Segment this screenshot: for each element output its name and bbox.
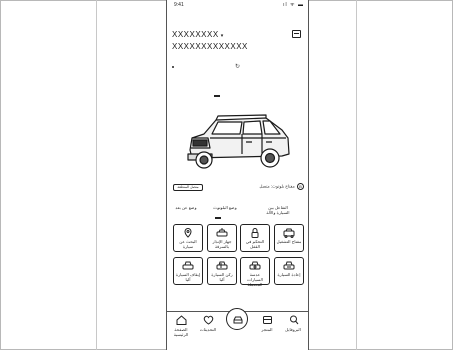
column-divider-left	[96, 0, 97, 350]
tile-label: إيقاف السيارة آليا	[175, 272, 201, 282]
nav-updates[interactable]: التحديثات	[196, 315, 220, 332]
tile-find-car[interactable]: البحث عن سيارة	[173, 224, 203, 252]
vehicle-selector[interactable]: XXXXXXXX ▾	[172, 30, 224, 39]
parking-car-icon	[216, 261, 228, 270]
mode-tabs: التفاعل بين السيارة والآلة وضع البلوتوث …	[167, 205, 308, 221]
tab-interaction[interactable]: التفاعل بين السيارة والآلة	[252, 205, 304, 215]
menu-icon[interactable]	[292, 30, 301, 38]
status-indicators: ıl ᯤ ▬	[283, 2, 304, 8]
bluetooth-key-label: مفتاح بلوتوث: متصل	[259, 183, 295, 189]
refresh-icon[interactable]: ↻	[235, 63, 240, 70]
status-row: متصل المنطقة مفتاح بلوتوث: متصل B	[167, 183, 308, 195]
vehicle-image	[187, 114, 290, 169]
bluetooth-icon: B	[297, 183, 304, 190]
tab-remote[interactable]: وضع عن بعد	[169, 205, 203, 210]
bluetooth-key-status: مفتاح بلوتوث: متصل B	[259, 183, 304, 190]
nav-vehicle-center[interactable]	[226, 308, 248, 330]
nav-label: الصفحة الرئيسية	[173, 327, 189, 337]
tile-theft-alarm[interactable]: جهاز الإنذار بالسرقة	[207, 224, 237, 252]
phone-screen: 9:41 ıl ᯤ ▬ XXXXXXXX ▾ XXXXXXXXXXXXX ↻ م…	[166, 0, 309, 350]
lock-icon	[251, 228, 259, 238]
tile-label: جهاز الإنذار بالسرقة	[212, 239, 232, 249]
bottom-navigation: الصفحة الرئيسية التحديثات المتجر البروفا…	[167, 308, 308, 350]
tile-auto-stop[interactable]: إيقاف السيارة آليا	[173, 257, 203, 285]
tile-car-lens[interactable]: عدسة السيارات المحتملة	[240, 257, 270, 287]
carousel-indicator	[214, 95, 220, 97]
connection-dot	[172, 66, 174, 68]
vehicle-name: XXXXXXXX	[172, 30, 219, 39]
alarm-car-icon	[216, 228, 228, 237]
tile-return-car[interactable]: إعادة السيارة	[274, 257, 304, 285]
nav-profile[interactable]: البروفايل	[281, 315, 305, 332]
vehicle-id: XXXXXXXXXXXXX	[172, 42, 248, 51]
tab-bluetooth[interactable]: وضع البلوتوث	[205, 205, 245, 210]
nav-store[interactable]: المتجر	[255, 315, 279, 332]
tile-lock-control[interactable]: التحكم في القفل	[240, 224, 270, 252]
profile-icon	[289, 315, 298, 325]
tile-label: عدسة السيارات المحتملة	[247, 272, 263, 287]
nav-label: البروفايل	[285, 327, 301, 332]
camera-car-icon	[249, 261, 261, 270]
return-car-icon	[283, 261, 295, 270]
stop-car-icon	[182, 261, 194, 270]
heart-icon	[203, 315, 213, 325]
vehicle-center-icon	[233, 316, 243, 324]
tile-label: مفتاح التشغيل	[276, 239, 302, 244]
store-icon	[262, 316, 272, 324]
column-divider-right	[356, 0, 357, 350]
home-icon	[176, 315, 186, 325]
nav-home[interactable]: الصفحة الرئيسية	[169, 315, 193, 337]
chevron-down-icon: ▾	[220, 33, 224, 39]
nav-label: المتجر	[261, 327, 273, 332]
car-key-icon	[283, 228, 295, 238]
tile-label: ركن السيارة آليا	[211, 272, 233, 282]
status-bar: 9:41 ıl ᯤ ▬	[167, 2, 308, 10]
tile-start-key[interactable]: مفتاح التشغيل	[274, 224, 304, 252]
tile-label: البحث عن سيارة	[179, 239, 197, 249]
tile-label: إعادة السيارة	[277, 272, 301, 277]
tile-auto-park[interactable]: ركن السيارة آليا	[207, 257, 237, 285]
locate-car-icon	[184, 228, 192, 238]
tab-indicator	[215, 217, 221, 219]
nav-label: التحديثات	[199, 327, 217, 332]
status-pill[interactable]: متصل المنطقة	[173, 184, 203, 191]
tile-label: التحكم في القفل	[245, 239, 265, 249]
status-time: 9:41	[174, 2, 184, 8]
